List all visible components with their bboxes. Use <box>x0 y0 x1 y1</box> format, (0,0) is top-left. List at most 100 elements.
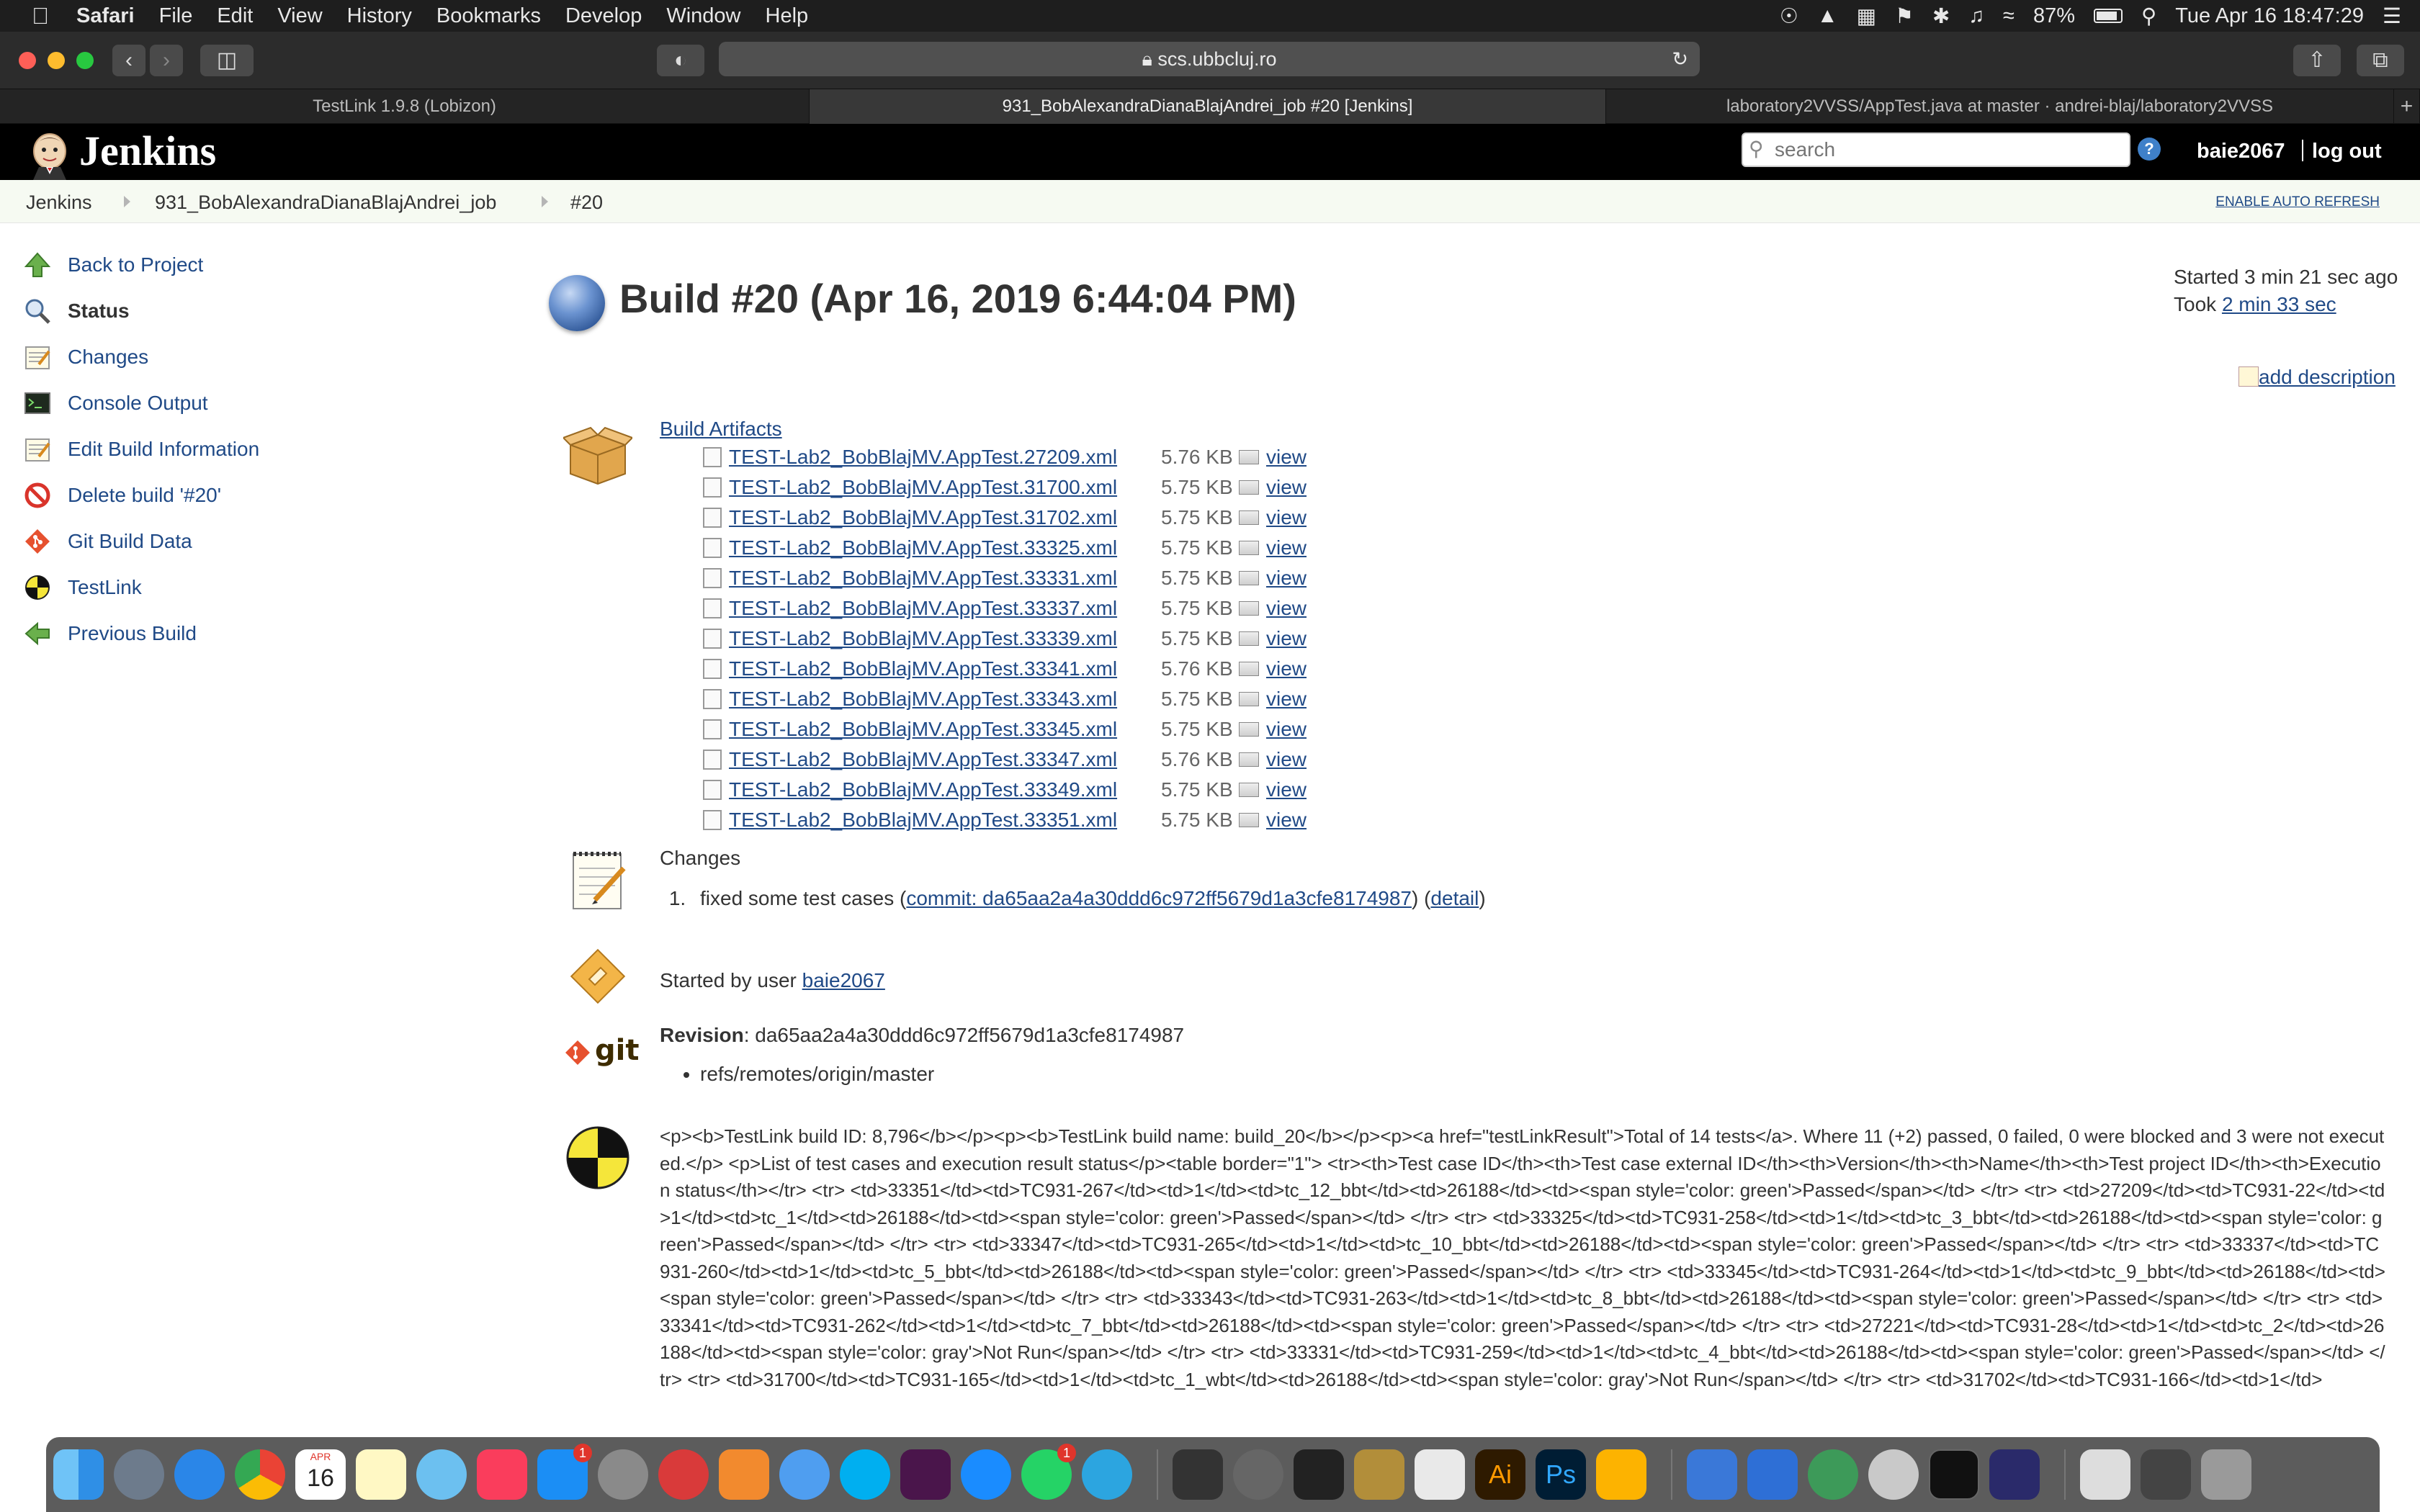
jenkins-butler-icon[interactable] <box>26 130 73 180</box>
affinity-icon[interactable] <box>1415 1449 1465 1500</box>
menu-view[interactable]: View <box>277 4 322 28</box>
volume-icon[interactable]: ♫ <box>1968 4 1984 28</box>
artifact-view-link[interactable]: view <box>1266 718 1307 741</box>
breadcrumb-job[interactable]: 931_BobAlexandraDianaBlajAndrei_job <box>155 192 496 214</box>
breadcrumb-separator-icon[interactable] <box>124 196 130 207</box>
artifact-view-link[interactable]: view <box>1266 748 1307 771</box>
battery-icon[interactable] <box>2094 9 2123 23</box>
artifact-view-link[interactable]: view <box>1266 536 1307 559</box>
artifact-file-link[interactable]: TEST-Lab2_BobBlajMV.AppTest.27209.xml <box>729 446 1161 469</box>
privacy-shield-icon[interactable]: ◐ <box>657 45 704 76</box>
sidebar-item-previous-build[interactable]: Previous Build <box>22 611 425 657</box>
artifact-file-link[interactable]: TEST-Lab2_BobBlajMV.AppTest.33347.xml <box>729 748 1161 771</box>
close-window-button[interactable] <box>19 52 36 69</box>
logout-link[interactable]: log out <box>2312 140 2382 163</box>
artifact-file-link[interactable]: TEST-Lab2_BobBlajMV.AppTest.33341.xml <box>729 657 1161 680</box>
atom-icon[interactable] <box>1808 1449 1858 1500</box>
artifact-file-link[interactable]: TEST-Lab2_BobBlajMV.AppTest.33345.xml <box>729 718 1161 741</box>
spotlight-icon[interactable]: ⚲ <box>2141 4 2156 29</box>
messenger-icon[interactable] <box>961 1449 1011 1500</box>
terminal-dock-icon[interactable] <box>1929 1449 1979 1500</box>
battery-percent[interactable]: 87% <box>2033 4 2075 28</box>
sidebar-item-console-output[interactable]: Console Output <box>22 380 425 426</box>
enable-auto-refresh-link[interactable]: ENABLE AUTO REFRESH <box>2215 194 2380 210</box>
build-duration-link[interactable]: 2 min 33 sec <box>2222 293 2336 315</box>
photoshop-icon[interactable]: Ps <box>1536 1449 1586 1500</box>
blocker-app-icon[interactable] <box>658 1449 709 1500</box>
breadcrumb-jenkins[interactable]: Jenkins <box>26 192 92 214</box>
sidebar-item-edit-build-information[interactable]: Edit Build Information <box>22 426 425 472</box>
reload-icon[interactable]: ↻ <box>1672 42 1688 76</box>
creative-cloud-icon[interactable]: ☉ <box>1780 4 1798 29</box>
artifact-file-link[interactable]: TEST-Lab2_BobBlajMV.AppTest.33343.xml <box>729 688 1161 711</box>
sidebar-item-testlink[interactable]: TestLink <box>22 564 425 611</box>
system-preferences-icon[interactable] <box>598 1449 648 1500</box>
artifact-file-link[interactable]: TEST-Lab2_BobBlajMV.AppTest.33337.xml <box>729 597 1161 620</box>
user-link[interactable]: baie2067 <box>2197 140 2285 163</box>
tab-testlink[interactable]: TestLink 1.9.8 (Lobizon) <box>0 89 810 124</box>
notification-center-icon[interactable]: ☰ <box>2383 4 2401 29</box>
sidebar-item-git-build-data[interactable]: Git Build Data <box>22 518 425 564</box>
illustrator-icon[interactable]: Ai <box>1475 1449 1525 1500</box>
build-artifacts-link[interactable]: Build Artifacts <box>660 418 782 441</box>
slack-icon[interactable] <box>900 1449 951 1500</box>
menu-window[interactable]: Window <box>666 4 740 28</box>
artifact-file-link[interactable]: TEST-Lab2_BobBlajMV.AppTest.31700.xml <box>729 476 1161 499</box>
tab-github-apptest[interactable]: laboratory2VVSS/AppTest.java at master ·… <box>1606 89 2394 124</box>
compressor-icon[interactable] <box>1233 1449 1283 1500</box>
launchpad-icon[interactable] <box>114 1449 164 1500</box>
address-bar[interactable]: 🔒︎ scs.ubbcluj.ro ↻ <box>719 42 1700 76</box>
flag-icon[interactable]: ⚑ <box>1895 4 1914 29</box>
sidebar-item-delete-build[interactable]: Delete build '#20' <box>22 472 425 518</box>
chrome-icon[interactable] <box>235 1449 285 1500</box>
zoom-window-button[interactable] <box>76 52 94 69</box>
back-button[interactable]: ‹ <box>112 45 145 76</box>
skype-icon[interactable] <box>840 1449 890 1500</box>
notes-icon[interactable] <box>356 1449 406 1500</box>
artifact-view-link[interactable]: view <box>1266 476 1307 499</box>
sidebar-item-back-to-project[interactable]: Back to Project <box>22 242 425 288</box>
evernote-icon[interactable]: ▲ <box>1817 4 1838 28</box>
messages-icon[interactable] <box>416 1449 467 1500</box>
documents-stack-icon[interactable] <box>2080 1449 2130 1500</box>
telegram-icon[interactable] <box>1082 1449 1132 1500</box>
artifact-file-link[interactable]: TEST-Lab2_BobBlajMV.AppTest.31702.xml <box>729 506 1161 529</box>
jenkins-logo[interactable]: Jenkins <box>79 127 216 175</box>
artifact-file-link[interactable]: TEST-Lab2_BobBlajMV.AppTest.33325.xml <box>729 536 1161 559</box>
artifact-view-link[interactable]: view <box>1266 567 1307 590</box>
trash-icon[interactable] <box>2201 1449 2251 1500</box>
artifact-view-link[interactable]: view <box>1266 597 1307 620</box>
artifact-view-link[interactable]: view <box>1266 506 1307 529</box>
artifact-view-link[interactable]: view <box>1266 657 1307 680</box>
artifact-view-link[interactable]: view <box>1266 778 1307 801</box>
sidebar-toggle-icon[interactable]: ◫ <box>200 45 254 76</box>
apple-menu-icon[interactable]:  <box>23 3 58 30</box>
help-icon[interactable]: ? <box>2138 138 2161 161</box>
breadcrumb-separator-icon[interactable] <box>542 196 548 207</box>
artifact-view-link[interactable]: view <box>1266 809 1307 832</box>
search-input[interactable] <box>1775 138 2120 161</box>
new-tab-button[interactable]: + <box>2394 89 2420 124</box>
clock[interactable]: Tue Apr 16 18:47:29 <box>2175 4 2364 28</box>
artifact-file-link[interactable]: TEST-Lab2_BobBlajMV.AppTest.33349.xml <box>729 778 1161 801</box>
final-cut-icon[interactable] <box>1294 1449 1344 1500</box>
add-description-link[interactable]: add description <box>2238 366 2396 389</box>
commit-link[interactable]: commit: da65aa2a4a30ddd6c972ff5679d1a3cf… <box>906 887 1412 909</box>
navigation-app-icon[interactable] <box>779 1449 830 1500</box>
detail-link[interactable]: detail <box>1430 887 1479 909</box>
search-box[interactable]: ⚲ <box>1742 132 2130 167</box>
sidebar-item-status[interactable]: Status <box>22 288 425 334</box>
wifi-icon[interactable]: ≈ <box>2003 4 2015 28</box>
artifact-view-link[interactable]: view <box>1266 627 1307 650</box>
sketch-icon[interactable] <box>1596 1449 1646 1500</box>
safari-icon[interactable] <box>174 1449 225 1500</box>
xcode-icon[interactable] <box>1687 1449 1737 1500</box>
bluetooth-icon[interactable]: ✱ <box>1932 4 1950 29</box>
finder-icon[interactable] <box>53 1449 104 1500</box>
menu-app-safari[interactable]: Safari <box>76 4 135 28</box>
forward-button[interactable]: › <box>150 45 183 76</box>
logic-icon[interactable] <box>1354 1449 1404 1500</box>
window-manager-icon[interactable]: ▦ <box>1857 4 1876 29</box>
music-icon[interactable] <box>477 1449 527 1500</box>
menu-edit[interactable]: Edit <box>217 4 253 28</box>
